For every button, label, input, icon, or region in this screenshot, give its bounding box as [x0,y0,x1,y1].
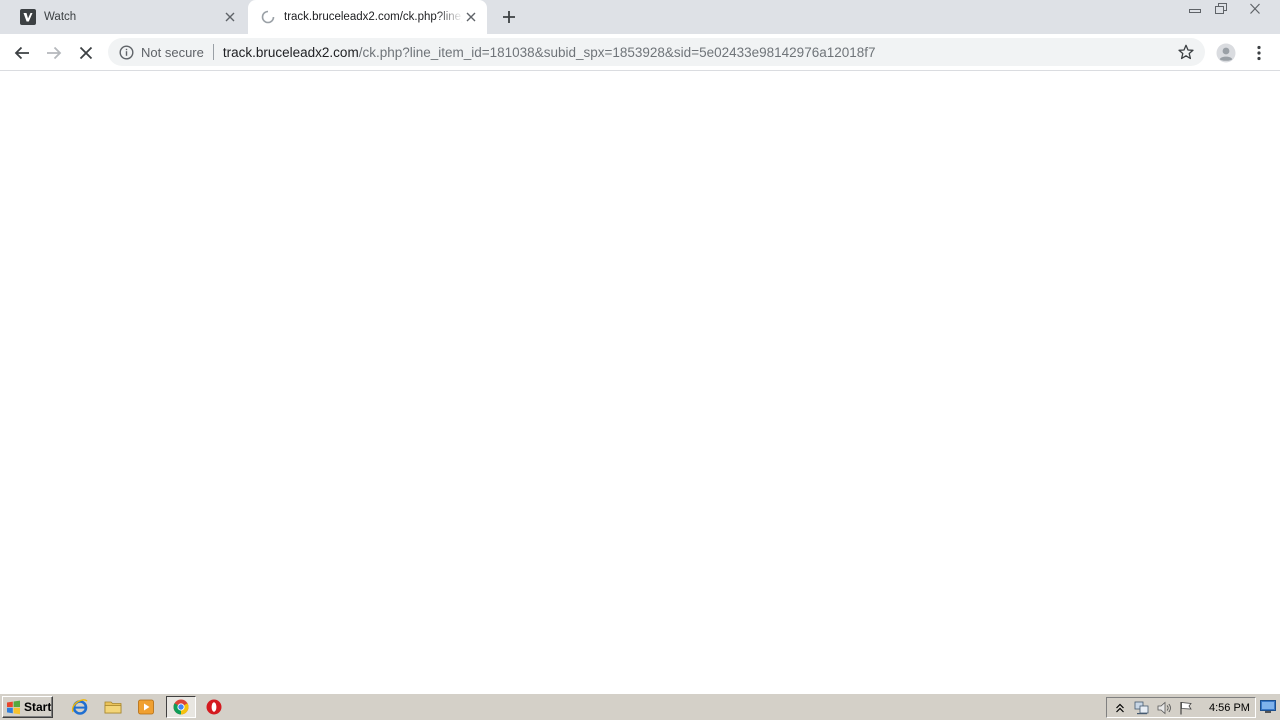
tab-strip: Watch track.bruceleadx2.com/ck.php?line_… [0,0,1280,34]
tab-watch[interactable]: Watch [8,0,246,34]
tab-title: Watch [44,11,77,23]
network-icon[interactable] [1133,699,1151,717]
close-tab-icon[interactable] [463,9,479,25]
start-label: Start [24,700,52,714]
internet-explorer-icon[interactable] [71,698,89,716]
opera-icon[interactable] [205,698,223,716]
stop-icon [79,46,93,60]
taskbar: Start 4:56 PM [0,693,1280,720]
chrome-icon [173,699,189,715]
tab-title: track.bruceleadx2.com/ck.php?line_item_i… [284,11,463,23]
clock[interactable]: 4:56 PM [1209,702,1250,714]
volume-icon[interactable] [1155,699,1173,717]
arrow-left-icon [14,46,29,60]
system-tray: 4:56 PM [1106,697,1256,718]
info-icon[interactable] [118,44,134,60]
restore-icon [1215,3,1227,14]
divider [212,44,214,60]
chrome-taskbar-button[interactable] [166,696,196,718]
security-label[interactable]: Not secure [141,45,204,60]
stop-loading-button[interactable] [72,39,100,67]
new-tab-button[interactable] [499,7,519,27]
minimize-icon [1189,9,1201,13]
url-path: /ck.php?line_item_id=181038&subid_spx=18… [358,44,876,60]
tab-track[interactable]: track.bruceleadx2.com/ck.php?line_item_i… [248,0,487,34]
forward-button[interactable] [40,39,68,67]
profile-button[interactable] [1212,39,1240,67]
show-desktop-icon[interactable] [1260,699,1276,715]
action-center-flag-icon[interactable] [1177,699,1195,717]
v-logo-icon [20,9,36,25]
kebab-menu-icon [1257,45,1261,61]
windows-logo-icon [7,700,20,714]
bookmark-star-icon[interactable] [1175,41,1197,63]
start-button[interactable]: Start [2,696,53,718]
arrow-right-icon [47,46,62,60]
url-host: track.bruceleadx2.com [222,44,359,60]
page-content: ANY RUN [0,72,1280,720]
close-icon [1250,3,1260,14]
url-text[interactable]: track.bruceleadx2.com/ck.php?line_item_i… [223,45,1175,60]
close-tab-icon[interactable] [222,9,238,25]
file-explorer-icon[interactable] [104,698,122,716]
menu-button[interactable] [1245,39,1273,67]
restore-button[interactable] [1209,0,1233,18]
avatar-icon [1216,43,1236,63]
plus-icon [503,11,515,23]
minimize-button[interactable] [1183,0,1207,18]
close-window-button[interactable] [1236,0,1274,18]
loading-spinner-icon [260,9,276,25]
back-button[interactable] [8,39,36,67]
browser-toolbar: Not secure track.bruceleadx2.com/ck.php?… [0,34,1280,71]
show-hidden-icons-icon[interactable] [1111,699,1129,717]
address-bar[interactable]: Not secure track.bruceleadx2.com/ck.php?… [108,38,1205,66]
media-player-icon[interactable] [137,698,155,716]
